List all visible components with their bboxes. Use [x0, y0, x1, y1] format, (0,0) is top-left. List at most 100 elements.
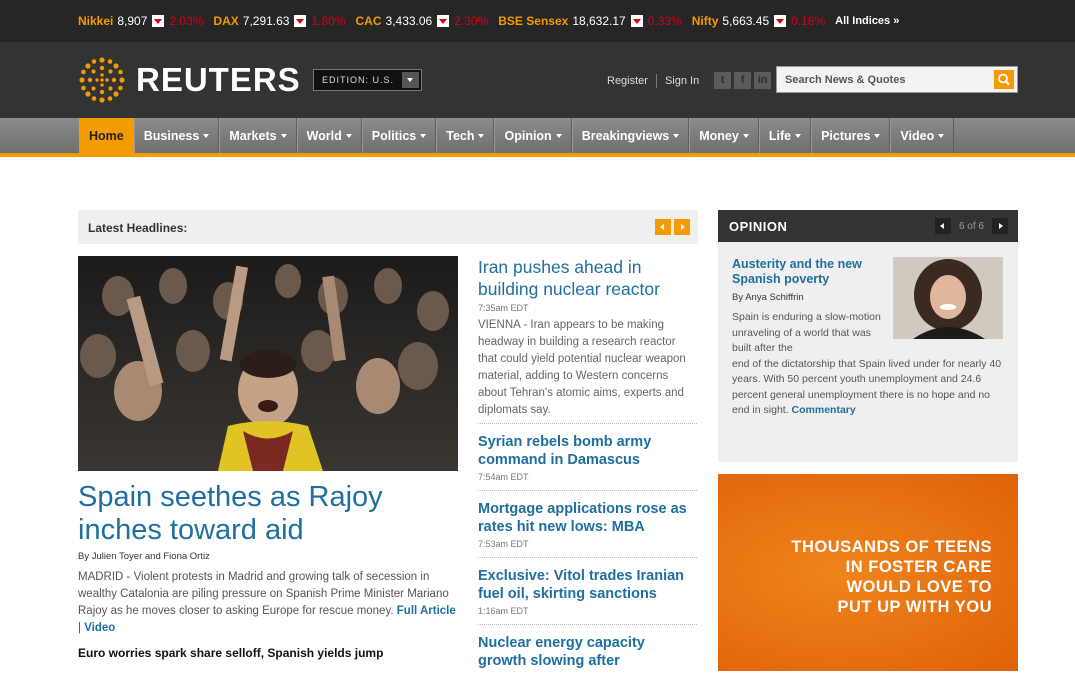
lead-story-summary-text: MADRID - Violent protests in Madrid and … — [78, 571, 449, 617]
nav-item-home[interactable]: Home — [79, 118, 134, 153]
all-indices-link[interactable]: All Indices » — [835, 15, 899, 27]
down-arrow-icon — [152, 15, 165, 27]
divider — [655, 73, 657, 88]
latest-headlines-label: Latest Headlines: — [88, 221, 188, 235]
nav-label: Tech — [446, 128, 475, 143]
ticker-name[interactable]: Nikkei — [78, 14, 113, 28]
ticker-name[interactable]: Nifty — [692, 14, 719, 28]
story-timestamp: 7:35am EDT — [478, 303, 529, 313]
nav-item-tech[interactable]: Tech — [436, 118, 495, 153]
ad-line: IN FOSTER CARE — [845, 558, 992, 576]
opinion-author: By Anya Schiffrin — [732, 292, 804, 303]
linkedin-icon[interactable]: in — [754, 72, 772, 89]
nav-label: Video — [900, 128, 935, 143]
nav-item-video[interactable]: Video — [890, 118, 955, 153]
headline-list: Iran pushes ahead in building nuclear re… — [478, 256, 697, 683]
down-arrow-icon — [294, 15, 307, 27]
nav-item-breakingviews[interactable]: Breakingviews — [571, 118, 690, 153]
register-link[interactable]: Register — [607, 75, 648, 87]
ticker-value: 7,291.63 — [242, 14, 290, 28]
nav-item-money[interactable]: Money — [689, 118, 759, 153]
search-button[interactable] — [994, 70, 1014, 89]
lead-story-headline[interactable]: Spain seethes as Rajoy inches toward aid — [78, 481, 458, 547]
ticker-name[interactable]: BSE Sensex — [498, 14, 568, 28]
story-timestamp: 7:53am EDT — [478, 539, 529, 549]
ticker-item[interactable]: Nikkei 8,907 2.03% — [78, 14, 203, 28]
ad-line: WOULD LOVE TO — [846, 578, 992, 596]
list-item: Mortgage applications rose as rates hit … — [478, 500, 697, 558]
opinion-title[interactable]: OPINION — [729, 219, 787, 234]
caret-down-icon — [742, 133, 749, 138]
nav-label: World — [306, 128, 342, 143]
commentary-link[interactable]: Commentary — [792, 404, 856, 416]
story-headline[interactable]: Iran pushes ahead in building nuclear re… — [478, 256, 697, 300]
story-summary: VIENNA - Iran appears to be making headw… — [478, 319, 686, 416]
ticker-change: 0.18% — [791, 14, 826, 28]
story-headline[interactable]: Nuclear energy capacity growth slowing a… — [478, 634, 697, 670]
advertisement[interactable]: THOUSANDS OF TEENS IN FOSTER CARE WOULD … — [718, 474, 1018, 671]
caret-down-icon — [938, 133, 945, 138]
story-timestamp: 1:16am EDT — [478, 606, 529, 616]
twitter-icon[interactable]: t — [714, 72, 732, 89]
nav-label: Markets — [229, 128, 277, 143]
nav-label: Pictures — [821, 128, 871, 143]
nav-item-pictures[interactable]: Pictures — [811, 118, 891, 153]
next-arrow-icon[interactable] — [992, 218, 1008, 234]
ticker-item[interactable]: DAX 7,291.63 1.80% — [213, 14, 345, 28]
nav-item-markets[interactable]: Markets — [219, 118, 297, 153]
main-nav: Home Business Markets World Politics Tec… — [0, 118, 1075, 153]
market-ticker: Nikkei 8,907 2.03% DAX 7,291.63 1.80% CA… — [0, 0, 1075, 42]
ticker-value: 5,663.45 — [722, 14, 770, 28]
nav-item-life[interactable]: Life — [758, 118, 812, 153]
search-box — [776, 66, 1018, 93]
previous-arrow-icon[interactable] — [934, 218, 951, 234]
social-links: t f in — [714, 72, 774, 89]
caret-down-icon — [673, 133, 680, 138]
signin-link[interactable]: Sign In — [665, 75, 699, 87]
caret-down-icon — [478, 133, 485, 138]
ad-line: PUT UP WITH YOU — [837, 598, 992, 616]
ticker-change: 0.33% — [647, 14, 682, 28]
lead-story-photo[interactable] — [78, 256, 458, 471]
down-arrow-icon — [437, 15, 450, 27]
facebook-icon[interactable]: f — [734, 72, 752, 89]
next-arrow-icon[interactable] — [674, 219, 690, 235]
ticker-name[interactable]: DAX — [213, 14, 238, 28]
video-link[interactable]: Video — [84, 622, 115, 634]
nav-label: Home — [89, 128, 124, 143]
story-headline[interactable]: Syrian rebels bomb army command in Damas… — [478, 433, 697, 469]
nav-item-business[interactable]: Business — [133, 118, 220, 153]
opinion-summary: Spain is enduring a slow-motion unraveli… — [732, 310, 1007, 419]
opinion-header: OPINION 6 of 6 — [718, 210, 1018, 242]
search-input[interactable] — [777, 67, 989, 92]
nav-item-opinion[interactable]: Opinion — [494, 118, 572, 153]
nav-label: Opinion — [504, 128, 552, 143]
opinion-pager: 6 of 6 — [934, 218, 1008, 234]
chevron-down-icon — [402, 72, 419, 88]
story-headline[interactable]: Mortgage applications rose as rates hit … — [478, 500, 697, 536]
nav-item-politics[interactable]: Politics — [361, 118, 437, 153]
ticker-item[interactable]: BSE Sensex 18,632.17 0.33% — [498, 14, 681, 28]
story-headline[interactable]: Exclusive: Vitol trades Iranian fuel oil… — [478, 567, 697, 603]
nav-item-world[interactable]: World — [296, 118, 362, 153]
previous-arrow-icon[interactable] — [655, 219, 671, 235]
ticker-name[interactable]: CAC — [356, 14, 382, 28]
opinion-headline[interactable]: Austerity and the new Spanish poverty — [732, 257, 882, 287]
related-headline[interactable]: Euro worries spark share selloff, Spanis… — [78, 646, 383, 660]
search-icon — [998, 73, 1010, 86]
ticker-change: 1.80% — [311, 14, 346, 28]
ticker-change: 2.03% — [169, 14, 204, 28]
edition-label: EDITION: U.S. — [322, 75, 395, 85]
ticker-item[interactable]: CAC 3,433.06 2.30% — [356, 14, 489, 28]
reuters-logo[interactable]: REUTERS — [78, 56, 301, 104]
nav-label: Politics — [371, 128, 417, 143]
brand-wordmark: REUTERS — [136, 61, 301, 98]
ad-line: THOUSANDS OF TEENS — [791, 538, 992, 556]
ticker-item[interactable]: Nifty 5,663.45 0.18% — [692, 14, 825, 28]
lead-story-byline: By Julien Toyer and Fiona Ortiz — [78, 551, 210, 562]
edition-selector[interactable]: EDITION: U.S. — [313, 69, 422, 91]
full-article-link[interactable]: Full Article — [397, 605, 456, 617]
opinion-summary-bottom: end of the dictatorship that Spain lived… — [732, 357, 1002, 417]
opinion-summary-top: Spain is enduring a slow-motion unraveli… — [732, 311, 881, 354]
nav-label: Money — [699, 128, 739, 143]
